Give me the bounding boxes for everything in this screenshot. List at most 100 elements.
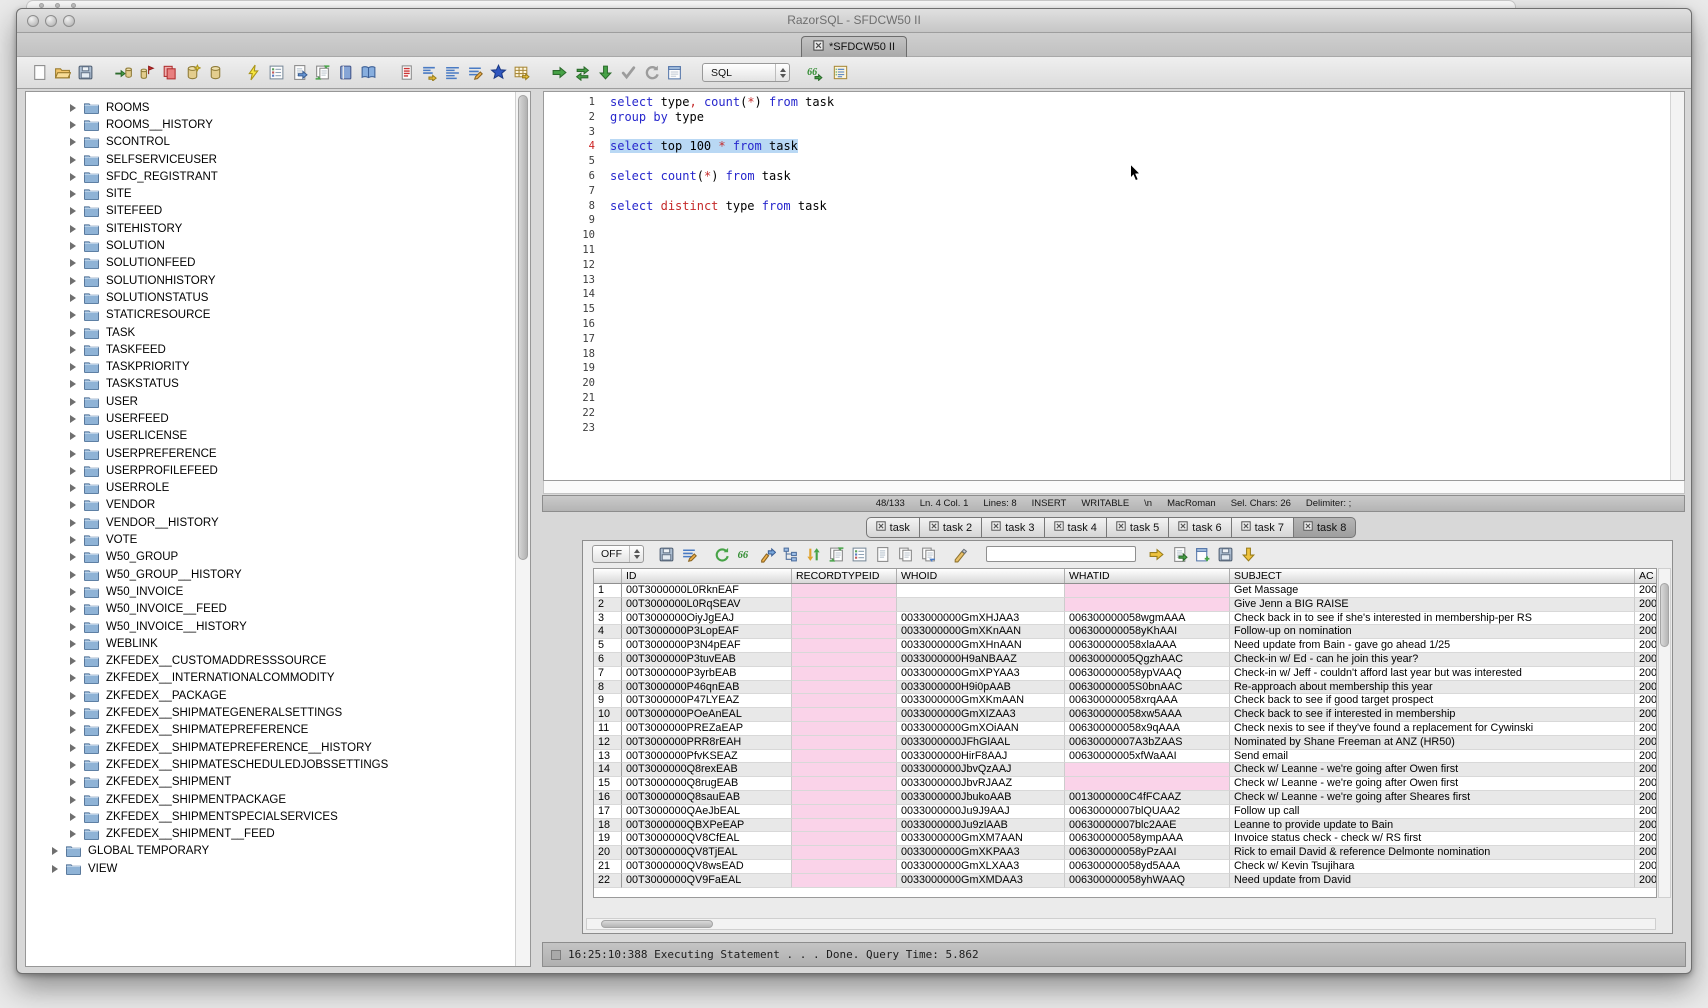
row-number[interactable]: 20 (594, 846, 622, 860)
cell-id[interactable]: 00T3000000QV8wsEAD (622, 860, 792, 874)
cell-recordtypeid[interactable] (792, 763, 897, 777)
cell-whoid[interactable]: 0033000000JbvQzAAJ (897, 763, 1065, 777)
sidebar-item-zkfedex-customaddresssource[interactable]: ZKFEDEX__CUSTOMADDRESSSOURCE (26, 653, 530, 670)
cell-id[interactable]: 00T3000000OiyJgEAJ (622, 612, 792, 626)
new-database-icon[interactable] (182, 63, 202, 83)
table-row[interactable]: 1500T3000000Q8rugEAB0033000000JbvRJAAZCh… (594, 777, 1656, 791)
cell-id[interactable]: 00T3000000POeAnEAL (622, 708, 792, 722)
cell-recordtypeid[interactable] (792, 598, 897, 612)
sidebar-item-vote[interactable]: VOTE (26, 531, 530, 548)
sidebar-item-global-temporary[interactable]: GLOBAL TEMPORARY (26, 843, 530, 860)
row-number[interactable]: 17 (594, 805, 622, 819)
cell-recordtypeid[interactable] (792, 639, 897, 653)
refresh-results-icon[interactable] (711, 544, 731, 564)
cell-whoid[interactable]: 0033000000JbvRJAAZ (897, 777, 1065, 791)
disclosure-triangle-icon[interactable] (70, 553, 76, 561)
cell-whoid[interactable]: 0033000000GmXMDAA3 (897, 874, 1065, 888)
cell-ac[interactable]: 200 (1635, 791, 1657, 805)
table-row[interactable]: 1900T3000000QV8CfEAL0033000000GmXM7AAN00… (594, 832, 1656, 846)
cell-whatid[interactable]: 006300000058wgmAAA (1065, 612, 1230, 626)
column-header-recordtypeid[interactable]: RECORDTYPEID (792, 569, 897, 583)
cell-recordtypeid[interactable] (792, 584, 897, 598)
cell-subject[interactable]: Invoice status check - check w/ RS first (1230, 832, 1635, 846)
database-icon[interactable] (205, 63, 225, 83)
cell-id[interactable]: 00T3000000QV9FaEAL (622, 874, 792, 888)
disclosure-triangle-icon[interactable] (70, 674, 76, 682)
cell-whoid[interactable]: 0033000000GmXPYAA3 (897, 667, 1065, 681)
titlebar[interactable]: RazorSQL - SFDCW50 II (17, 9, 1691, 33)
disclosure-triangle-icon[interactable] (70, 346, 76, 354)
cell-subject[interactable]: Check w/ Leanne - we're going after Owen… (1230, 777, 1635, 791)
disclosure-triangle-icon[interactable] (70, 207, 76, 215)
disclosure-triangle-icon[interactable] (70, 571, 76, 579)
sidebar-item-zkfedex-package[interactable]: ZKFEDEX__PACKAGE (26, 687, 530, 704)
highlight-rows-icon[interactable] (950, 544, 970, 564)
cell-id[interactable]: 00T3000000P47LYEAZ (622, 694, 792, 708)
cell-ac[interactable]: 200 (1635, 846, 1657, 860)
cell-whatid[interactable]: 00630000005S0bnAAC (1065, 681, 1230, 695)
view-query-icon[interactable]: 66 (734, 544, 754, 564)
header-corner-cell[interactable] (594, 569, 622, 583)
cell-whatid[interactable] (1065, 777, 1230, 791)
sql-code[interactable]: select type, count(*) from taskgroup by … (610, 95, 1668, 435)
cell-subject[interactable]: Leanne to provide update to Bain (1230, 819, 1635, 833)
cell-subject[interactable]: Rick to email David & reference Delmonte… (1230, 846, 1635, 860)
code-line[interactable] (610, 213, 1668, 228)
disclosure-triangle-icon[interactable] (70, 225, 76, 233)
results-search-input[interactable] (986, 546, 1136, 562)
cell-whatid[interactable]: 006300000058yKhAAI (1065, 625, 1230, 639)
results-vscrollbar-thumb[interactable] (1660, 583, 1669, 647)
cell-subject[interactable]: Check w/ Leanne - we're going after Shea… (1230, 791, 1635, 805)
cell-whoid[interactable] (897, 584, 1065, 598)
cell-subject[interactable]: Check back to see if interested in membe… (1230, 708, 1635, 722)
disclosure-triangle-icon[interactable] (70, 761, 76, 769)
sort-columns-icon[interactable] (803, 544, 823, 564)
sidebar-item-selfserviceuser[interactable]: SELFSERVICEUSER (26, 151, 530, 168)
cell-whoid[interactable] (897, 598, 1065, 612)
edit-cell-icon[interactable] (757, 544, 777, 564)
table-row[interactable]: 1800T3000000QBXPeEAP0033000000Ju9zlAAB00… (594, 819, 1656, 833)
sidebar-item-userrole[interactable]: USERROLE (26, 480, 530, 497)
close-tab-icon[interactable] (1178, 521, 1188, 534)
align-sql-icon[interactable] (442, 63, 462, 83)
cell-whatid[interactable]: 006300000058xrqAAA (1065, 694, 1230, 708)
cell-whoid[interactable]: 0033000000HirF8AAJ (897, 750, 1065, 764)
bookmark-icon[interactable] (488, 63, 508, 83)
duplicate-connection-icon[interactable] (159, 63, 179, 83)
disclosure-triangle-icon[interactable] (70, 380, 76, 388)
sidebar-item-solutionfeed[interactable]: SOLUTIONFEED (26, 255, 530, 272)
cell-id[interactable]: 00T3000000Q8rugEAB (622, 777, 792, 791)
code-line[interactable] (610, 406, 1668, 421)
table-row[interactable]: 1000T3000000POeAnEAL0033000000GmXIZAA300… (594, 708, 1656, 722)
cell-subject[interactable]: Check w/ Leanne - we're going after Owen… (1230, 763, 1635, 777)
sidebar-item-view[interactable]: VIEW (26, 860, 530, 877)
describe-table-icon[interactable] (266, 63, 286, 83)
code-line[interactable] (610, 125, 1668, 140)
close-tab-icon[interactable] (813, 40, 824, 54)
sidebar-item-w50-group-history[interactable]: W50_GROUP__HISTORY (26, 566, 530, 583)
export-data-icon[interactable] (289, 63, 309, 83)
cell-ac[interactable]: 200 (1635, 874, 1657, 888)
table-editor-icon[interactable] (511, 63, 531, 83)
cell-whoid[interactable]: 0033000000H9aNBAAZ (897, 653, 1065, 667)
disclosure-triangle-icon[interactable] (70, 726, 76, 734)
cell-id[interactable]: 00T3000000Q8rexEAB (622, 763, 792, 777)
rollback-icon[interactable] (641, 63, 661, 83)
cell-whatid[interactable] (1065, 584, 1230, 598)
editor-vscrollbar[interactable] (1670, 92, 1684, 480)
sidebar-item-zkfedex-shipment[interactable]: ZKFEDEX__SHIPMENT (26, 774, 530, 791)
sidebar-item-rooms[interactable]: ROOMS (26, 99, 530, 116)
table-row[interactable]: 2200T3000000QV9FaEAL0033000000GmXMDAA300… (594, 874, 1656, 888)
sidebar-item-zkfedex-shipment-feed[interactable]: ZKFEDEX__SHIPMENT__FEED (26, 825, 530, 842)
sidebar-item-w50-invoice-feed[interactable]: W50_INVOICE__FEED (26, 601, 530, 618)
disclosure-triangle-icon[interactable] (70, 744, 76, 752)
code-line[interactable] (610, 273, 1668, 288)
document-tab[interactable]: *SFDCW50 II (801, 36, 907, 57)
table-row[interactable]: 300T3000000OiyJgEAJ0033000000GmXHJAA3006… (594, 612, 1656, 626)
disclosure-triangle-icon[interactable] (70, 329, 76, 337)
cell-subject[interactable]: Check back to see if good target prospec… (1230, 694, 1635, 708)
disconnect-database-icon[interactable] (136, 63, 156, 83)
cell-recordtypeid[interactable] (792, 819, 897, 833)
disclosure-triangle-icon[interactable] (70, 709, 76, 717)
sidebar-item-task[interactable]: TASK (26, 324, 530, 341)
